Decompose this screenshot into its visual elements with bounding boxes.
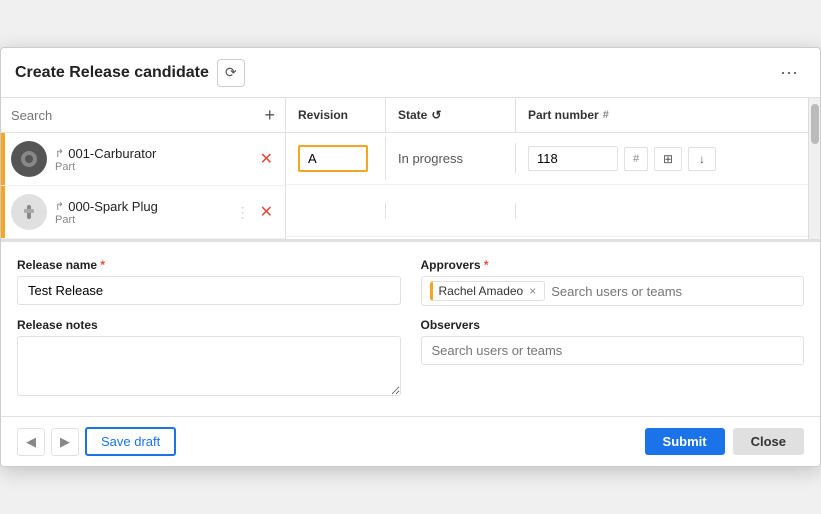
panel-with-scroll: Revision State ↺ Part number # xyxy=(286,98,820,239)
release-name-label: Release name * xyxy=(17,258,401,272)
item-type: Part xyxy=(55,161,250,173)
approvers-col: Approvers * Rachel Amadeo × xyxy=(421,258,805,306)
item-info: ↱ 001-Carburator Part xyxy=(55,146,250,173)
bottom-form: Release name * Approvers * Rachel Amadeo… xyxy=(1,240,820,416)
header-left: Create Release candidate ⟳ xyxy=(15,59,245,87)
add-item-button[interactable]: + xyxy=(264,106,275,124)
modal-footer: ◀ ▶ Save draft Submit Close xyxy=(1,416,820,466)
approvers-input[interactable]: Rachel Amadeo × xyxy=(421,276,805,306)
refresh-icon: ⟳ xyxy=(225,64,237,81)
download-icon: ↓ xyxy=(699,152,705,166)
data-rows: In progress # ⊞ ↓ xyxy=(286,133,808,239)
revision-cell xyxy=(286,203,386,219)
list-item: ↱ 000-Spark Plug Part ⋮ ✕ xyxy=(1,186,285,239)
forward-icon: ▶ xyxy=(60,434,70,450)
observers-col: Observers xyxy=(421,318,805,396)
revision-input[interactable] xyxy=(298,145,368,172)
part-icon: ↱ xyxy=(55,147,64,160)
hash-icon: # xyxy=(603,109,609,121)
item-name-text: 001-Carburator xyxy=(68,146,156,161)
item-thumbnail xyxy=(11,141,47,177)
state-refresh-icon: ↺ xyxy=(431,108,441,122)
scrollbar[interactable] xyxy=(808,98,820,239)
forward-button[interactable]: ▶ xyxy=(51,428,79,456)
data-row xyxy=(286,185,808,237)
release-name-input[interactable] xyxy=(17,276,401,305)
revision-cell xyxy=(286,137,386,180)
remove-item-button[interactable]: ✕ xyxy=(258,200,275,224)
table-icon: ⊞ xyxy=(663,152,673,166)
item-thumbnail xyxy=(11,194,47,230)
required-marker: * xyxy=(484,258,489,272)
part-label: Part number xyxy=(528,108,599,122)
approvers-label-text: Approvers xyxy=(421,258,481,272)
release-notes-textarea[interactable] xyxy=(17,336,401,396)
scrollbar-thumb[interactable] xyxy=(811,104,819,144)
more-options-button[interactable]: ··· xyxy=(772,58,806,87)
back-icon: ◀ xyxy=(26,434,36,450)
right-panel: Revision State ↺ Part number # xyxy=(286,98,808,239)
observers-search-input[interactable] xyxy=(421,336,805,365)
warning-indicator xyxy=(1,186,5,238)
modal: Create Release candidate ⟳ ··· + xyxy=(0,47,821,467)
part-cell: # ⊞ ↓ xyxy=(516,138,808,179)
data-row: In progress # ⊞ ↓ xyxy=(286,133,808,185)
form-row-2: Release notes Observers xyxy=(17,318,804,396)
item-info: ↱ 000-Spark Plug Part xyxy=(55,199,228,226)
item-name: ↱ 001-Carburator xyxy=(55,146,250,161)
modal-title: Create Release candidate xyxy=(15,64,209,82)
columns-header: Revision State ↺ Part number # xyxy=(286,98,808,133)
drag-handle[interactable]: ⋮ xyxy=(236,204,250,221)
required-marker: * xyxy=(100,258,105,272)
spark-plug-icon xyxy=(19,205,39,219)
save-draft-button[interactable]: Save draft xyxy=(85,427,176,456)
part-thumbnail-icon xyxy=(19,149,39,169)
hash-button[interactable]: # xyxy=(624,147,648,171)
list-item: ↱ 001-Carburator Part ✕ xyxy=(1,133,285,186)
release-name-col: Release name * xyxy=(17,258,401,306)
remove-approver-button[interactable]: × xyxy=(527,285,538,297)
add-icon: + xyxy=(264,105,275,125)
release-notes-col: Release notes xyxy=(17,318,401,396)
state-label: State xyxy=(398,108,427,122)
state-column-header: State ↺ xyxy=(386,98,516,132)
search-input[interactable] xyxy=(11,108,258,123)
state-cell: In progress xyxy=(386,143,516,174)
revision-column-header: Revision xyxy=(286,98,386,132)
search-bar: + xyxy=(1,98,285,133)
item-type: Part xyxy=(55,214,228,226)
approver-name: Rachel Amadeo xyxy=(439,284,524,298)
close-button[interactable]: Close xyxy=(733,428,804,455)
release-name-label-text: Release name xyxy=(17,258,97,272)
part-column-header: Part number # xyxy=(516,98,808,132)
download-button[interactable]: ↓ xyxy=(688,147,716,171)
item-name: ↱ 000-Spark Plug xyxy=(55,199,228,214)
left-panel: + ↱ 001-Carburator Part xyxy=(1,98,286,239)
part-icon: ↱ xyxy=(55,200,64,213)
approvers-label: Approvers * xyxy=(421,258,805,272)
remove-item-button[interactable]: ✕ xyxy=(258,147,275,171)
footer-left: ◀ ▶ Save draft xyxy=(17,427,176,456)
footer-right: Submit Close xyxy=(645,428,804,455)
form-row: Release name * Approvers * Rachel Amadeo… xyxy=(17,258,804,306)
view-button[interactable]: ⊞ xyxy=(654,147,682,171)
release-notes-label: Release notes xyxy=(17,318,401,332)
modal-header: Create Release candidate ⟳ ··· xyxy=(1,48,820,98)
state-cell xyxy=(386,203,516,219)
observers-label: Observers xyxy=(421,318,805,332)
top-panel: + ↱ 001-Carburator Part xyxy=(1,98,820,240)
submit-button[interactable]: Submit xyxy=(645,428,725,455)
refresh-button[interactable]: ⟳ xyxy=(217,59,245,87)
item-list: ↱ 001-Carburator Part ✕ ↱ xyxy=(1,133,285,239)
back-button[interactable]: ◀ xyxy=(17,428,45,456)
approvers-search-input[interactable] xyxy=(551,284,795,299)
warning-indicator xyxy=(1,133,5,185)
approver-tag: Rachel Amadeo × xyxy=(430,281,546,301)
part-cell xyxy=(516,203,808,219)
part-number-input[interactable] xyxy=(528,146,618,171)
item-name-text: 000-Spark Plug xyxy=(68,199,158,214)
